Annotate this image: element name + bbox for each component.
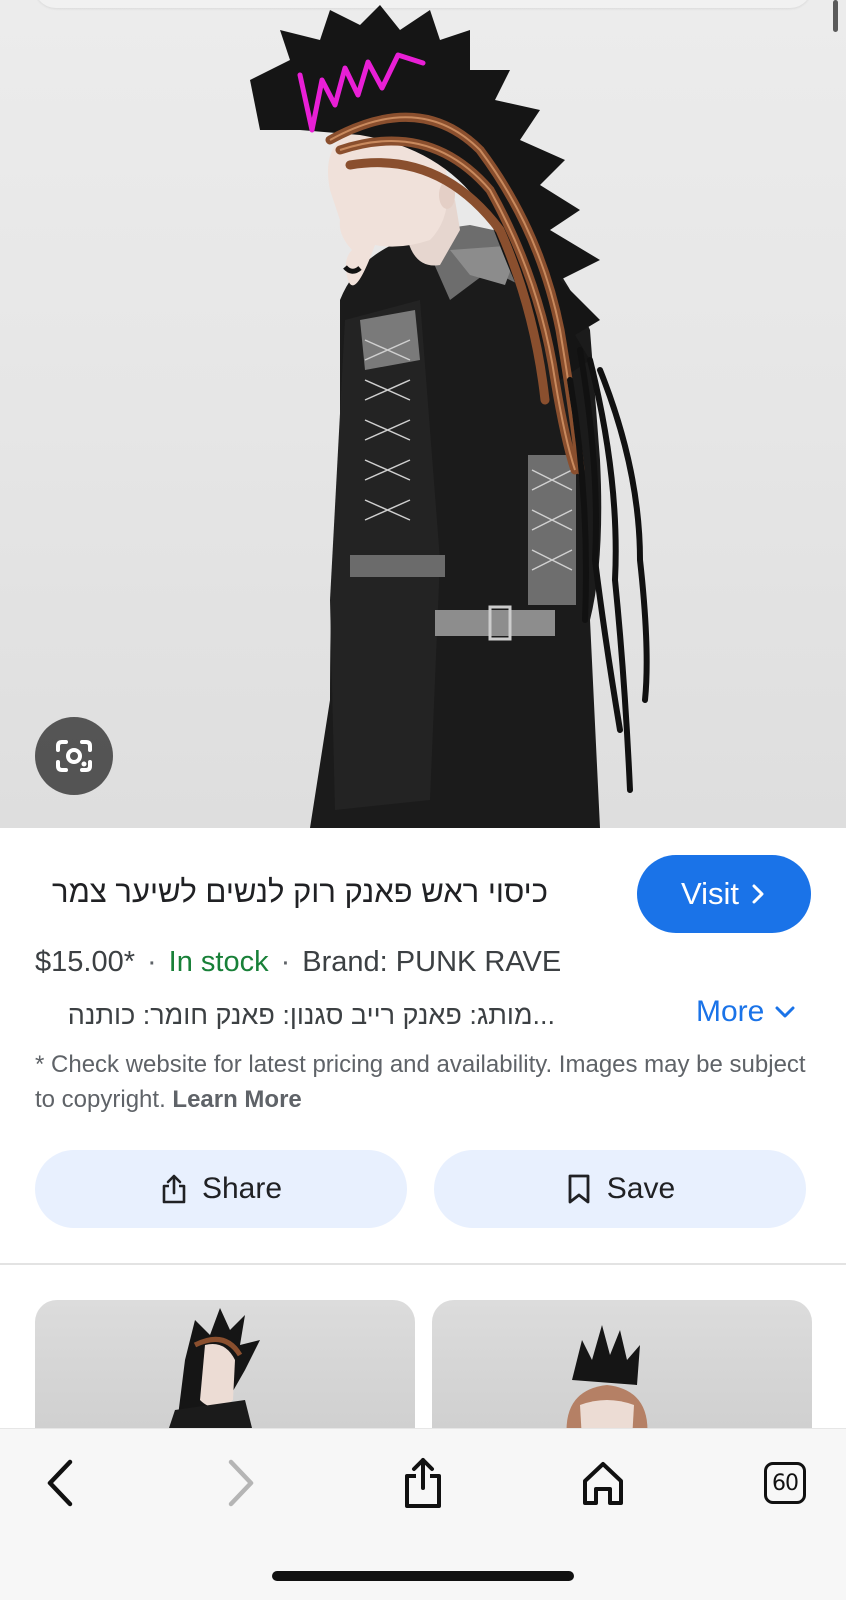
visit-label: Visit [680,876,739,911]
home-indicator[interactable] [272,1571,574,1581]
related-image-photo [566,1325,648,1440]
tabs-icon: 60 [764,1462,806,1504]
separator: · [147,946,157,978]
home-button[interactable] [568,1451,638,1515]
share-icon [162,1174,186,1204]
related-image[interactable] [35,1300,415,1440]
google-lens-icon [56,740,92,772]
brand: Brand: PUNK RAVE [302,946,562,978]
model-photo [250,5,650,828]
stock-status: In stock [168,946,269,978]
disclaimer-text: * Check website for latest pricing and a… [35,1051,806,1113]
visit-button[interactable]: Visit [637,855,811,933]
share-button[interactable]: Share [35,1150,407,1228]
google-lens-button[interactable] [35,717,113,795]
share-icon [405,1458,441,1508]
home-icon [583,1462,623,1505]
save-button[interactable]: Save [434,1150,806,1228]
back-button[interactable] [25,1451,95,1515]
price: $15.00* [35,946,135,978]
back-arrow-icon [47,1459,73,1507]
forward-arrow-icon [228,1459,254,1507]
more-label: More [696,995,765,1028]
related-image-photo [165,1308,260,1440]
more-button[interactable]: More [696,995,796,1029]
share-label: Share [201,1172,283,1205]
save-label: Save [606,1172,676,1205]
product-attributes: ...מותג: פאנק רייב סגנון: פאנק חומר: כות… [67,1000,555,1030]
chevron-down-icon [775,1006,795,1018]
pricing-disclaimer: * Check website for latest pricing and a… [35,1047,815,1117]
section-divider [0,1263,846,1265]
forward-button[interactable] [206,1451,276,1515]
learn-more-link[interactable]: Learn More [172,1086,301,1113]
separator: · [280,946,291,978]
product-title[interactable]: כיסוי ראש פאנק רוק לנשים לשיער צמר [52,874,548,910]
product-meta: $15.00* · In stock · Brand: PUNK RAVE [35,946,561,979]
chevron-right-icon [752,884,764,904]
product-image[interactable] [0,0,846,828]
bookmark-icon [568,1174,590,1204]
tabs-button[interactable]: 60 [750,1451,820,1515]
browser-share-button[interactable] [388,1451,458,1515]
tab-count: 60 [772,1470,799,1496]
related-image[interactable] [432,1300,812,1440]
